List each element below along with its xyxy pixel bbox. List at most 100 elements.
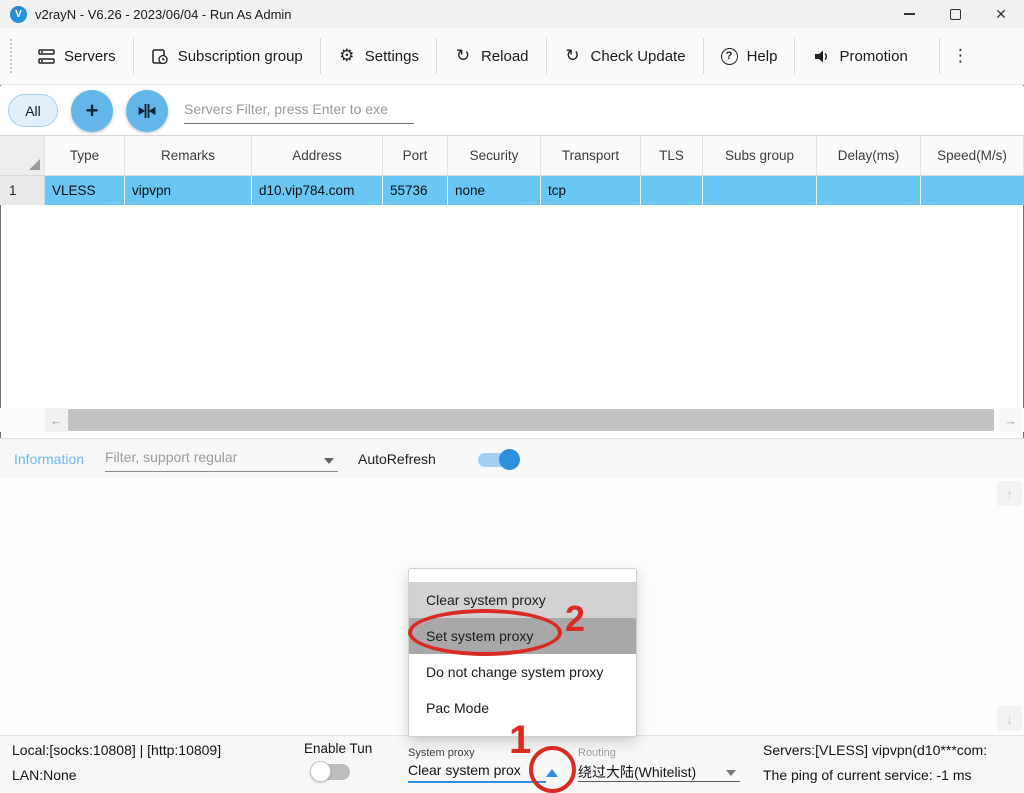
information-filter-combobox[interactable] [105,445,338,472]
title-bar: V v2rayN - V6.26 - 2023/06/04 - Run As A… [0,0,1024,28]
speaker-icon [812,47,830,65]
promotion-button[interactable]: Promotion [795,36,924,76]
scroll-left-icon: ← [50,413,63,428]
toolbar-separator [939,38,940,74]
table-row[interactable]: 1 VLESS vipvpn d10.vip784.com 55736 none… [0,176,1024,205]
scroll-up-icon: ↑ [1006,486,1013,502]
scroll-down-button[interactable]: ↓ [997,706,1022,731]
row-type-cell[interactable]: VLESS [45,176,125,205]
scroll-right-button[interactable]: → [999,408,1022,432]
app-window: V v2rayN - V6.26 - 2023/06/04 - Run As A… [0,0,1024,793]
table-header-row: Type Remarks Address Port Security Trans… [0,136,1024,176]
column-header-subs-group[interactable]: Subs group [703,136,817,176]
scroll-up-button[interactable]: ↑ [997,481,1022,506]
servers-icon [37,47,55,65]
system-proxy-label: System proxy [408,747,475,759]
close-icon: ✕ [995,7,1007,21]
enable-tun-toggle[interactable] [310,761,352,782]
column-header-transport[interactable]: Transport [541,136,641,176]
subscription-group-menu-button[interactable]: Subscription group [134,36,320,76]
help-menu-button[interactable]: ? Help [704,36,795,76]
local-ports-status: Local:[socks:10808] | [http:10809] [12,742,221,758]
routing-combobox[interactable]: 绕过大陆(Whitelist) [578,762,696,782]
help-label: Help [747,48,778,65]
reload-button[interactable]: ↻ Reload [437,36,546,76]
subs-group-all-button[interactable]: All [8,94,58,127]
server-filter-bar: All + [0,86,1024,135]
routing-underline [578,781,740,782]
select-all-triangle-icon [29,159,40,170]
column-header-port[interactable]: Port [383,136,448,176]
promotion-label: Promotion [839,48,907,65]
row-index-cell[interactable]: 1 [0,176,45,205]
information-bar: Information AutoRefresh [0,438,1024,478]
tab-information[interactable]: Information [14,451,84,467]
information-filter-input[interactable] [105,445,338,472]
minimize-button[interactable] [886,0,932,28]
toolbar-gripper[interactable] [10,39,14,73]
horizontal-scrollbar: ← → [0,408,1024,432]
row-security-cell[interactable]: none [448,176,541,205]
row-transport-cell[interactable]: tcp [541,176,641,205]
annotation-step-1: 1 [509,720,531,760]
minimize-icon [904,13,915,15]
lan-status: LAN:None [12,767,77,783]
check-update-button[interactable]: ↻ Check Update [547,36,703,76]
close-button[interactable]: ✕ [978,0,1024,28]
servers-label: Servers [64,48,116,65]
gear-icon: ⚙ [338,47,356,65]
app-logo-icon: V [10,6,27,23]
toggle-knob [310,761,331,782]
current-server-status: Servers:[VLESS] vipvpn(d10***com: [763,742,987,758]
servers-filter-input[interactable] [184,97,414,124]
annotation-circle-step-1 [529,746,576,793]
settings-label: Settings [365,48,419,65]
scroll-left-button[interactable]: ← [45,408,68,432]
help-icon: ? [721,48,738,65]
row-address-cell[interactable]: d10.vip784.com [252,176,383,205]
system-proxy-underline [408,781,546,783]
autorefresh-toggle[interactable] [478,449,522,470]
row-port-cell[interactable]: 55736 [383,176,448,205]
routing-label: Routing [578,747,616,759]
reload-icon: ↻ [454,47,472,65]
row-remarks-cell[interactable]: vipvpn [125,176,252,205]
system-proxy-combobox[interactable]: Clear system prox [408,762,521,778]
servers-menu-button[interactable]: Servers [20,36,133,76]
column-header-security[interactable]: Security [448,136,541,176]
row-tls-cell[interactable] [641,176,703,205]
select-all-corner-cell[interactable] [0,136,45,176]
toggle-knob [499,449,520,470]
subscription-group-icon [151,47,169,65]
main-toolbar: Servers Subscription group ⚙ Settings ↻ … [0,28,1024,85]
row-speed-cell[interactable] [921,176,1024,205]
column-header-delay[interactable]: Delay(ms) [817,136,921,176]
ping-status: The ping of current service: -1 ms [763,767,972,783]
more-options-button[interactable]: ⋮ [942,42,979,70]
column-header-speed[interactable]: Speed(M/s) [921,136,1024,176]
maximize-icon [950,9,961,20]
row-delay-cell[interactable] [817,176,921,205]
column-adjust-icon [138,102,156,120]
settings-menu-button[interactable]: ⚙ Settings [321,36,436,76]
column-adjust-button[interactable] [126,90,168,132]
column-header-remarks[interactable]: Remarks [125,136,252,176]
column-header-tls[interactable]: TLS [641,136,703,176]
check-update-icon: ↻ [564,47,582,65]
row-subs-group-cell[interactable] [703,176,817,205]
server-table: Type Remarks Address Port Security Trans… [0,135,1024,205]
enable-tun-label: Enable Tun [304,741,372,756]
maximize-button[interactable] [932,0,978,28]
column-header-address[interactable]: Address [252,136,383,176]
horizontal-scrollbar-thumb[interactable] [68,409,994,431]
window-controls: ✕ [886,0,1024,28]
check-update-label: Check Update [591,48,686,65]
autorefresh-label: AutoRefresh [358,451,436,467]
reload-label: Reload [481,48,529,65]
chevron-down-icon [324,458,334,464]
column-header-type[interactable]: Type [45,136,125,176]
add-server-button[interactable]: + [71,90,113,132]
menu-item-do-not-change-system-proxy[interactable]: Do not change system proxy [409,654,636,690]
annotation-ellipse-step-2 [408,609,562,656]
chevron-down-icon[interactable] [726,770,736,776]
